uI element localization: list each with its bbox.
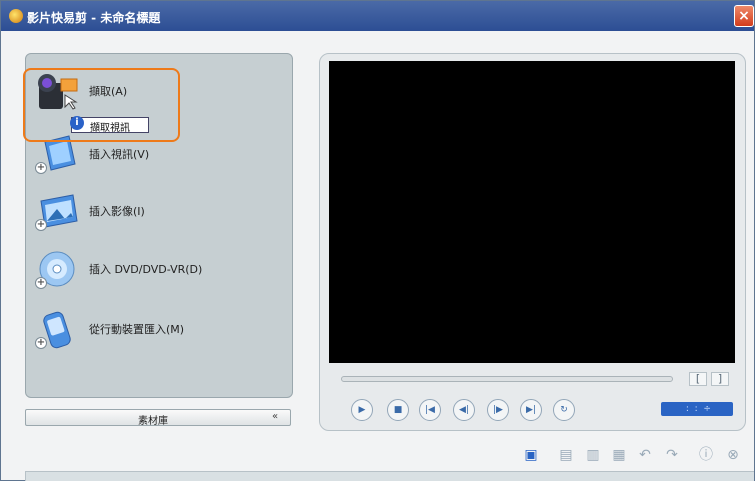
- split-clip-icon[interactable]: ▤: [556, 445, 576, 465]
- add-badge-icon: +: [35, 277, 47, 289]
- capture-tooltip: i 擷取視訊: [70, 116, 149, 134]
- close-button[interactable]: ×: [734, 5, 754, 27]
- window-title: 影片快易剪 - 未命名標題: [27, 11, 161, 25]
- library-toggle-bar[interactable]: 素材庫 «: [25, 409, 291, 427]
- mobile-device-icon: +: [35, 309, 75, 349]
- import-mobile-label: 從行動裝置匯入(M): [89, 323, 185, 336]
- timecode-display[interactable]: : : ÷: [661, 402, 733, 416]
- repeat-button[interactable]: ↻: [553, 399, 575, 421]
- info-icon[interactable]: ⓘ: [696, 445, 716, 465]
- previous-frame-button[interactable]: ◀|: [453, 399, 475, 421]
- play-button[interactable]: ▶: [351, 399, 373, 421]
- delete-clip-icon[interactable]: ▦: [609, 445, 629, 465]
- rotate-right-icon[interactable]: ↷: [662, 445, 682, 465]
- insert-video-label: 插入視訊(V): [89, 148, 150, 161]
- tooltip-text: 擷取視訊: [90, 123, 130, 134]
- mark-out-button[interactable]: ]: [711, 372, 729, 386]
- app-logo-icon: [9, 9, 23, 23]
- next-frame-button[interactable]: |▶: [487, 399, 509, 421]
- dvd-disc-icon: +: [35, 249, 75, 289]
- insert-image-label: 插入影像(I): [89, 205, 145, 218]
- title-bar[interactable]: 影片快易剪 - 未命名標題 ×: [1, 1, 754, 31]
- chevron-up-icon: «: [272, 411, 279, 422]
- export-settings-icon[interactable]: ▣: [521, 445, 541, 465]
- help-icon[interactable]: ⊗: [723, 445, 743, 465]
- add-badge-icon: +: [35, 219, 47, 231]
- stop-button[interactable]: ■: [387, 399, 409, 421]
- import-mobile-item[interactable]: + 從行動裝置匯入(M): [31, 309, 281, 353]
- insert-dvd-item[interactable]: + 插入 DVD/DVD-VR(D): [31, 249, 281, 293]
- rotate-left-icon[interactable]: ↶: [635, 445, 655, 465]
- info-icon: i: [70, 116, 84, 130]
- go-to-end-button[interactable]: ▶|: [520, 399, 542, 421]
- image-file-icon: +: [35, 191, 78, 231]
- go-to-start-button[interactable]: |◀: [419, 399, 441, 421]
- app-window: 影片快易剪 - 未命名標題 × 擷取(A) + 插入視訊(V) + 插入影像(I…: [0, 0, 755, 481]
- video-preview-screen: [329, 61, 735, 363]
- mark-in-button[interactable]: [: [689, 372, 707, 386]
- insert-image-item[interactable]: + 插入影像(I): [31, 191, 281, 235]
- clip-properties-icon[interactable]: ▥: [583, 445, 603, 465]
- add-badge-icon: +: [35, 337, 47, 349]
- add-badge-icon: +: [35, 162, 47, 174]
- insert-dvd-label: 插入 DVD/DVD-VR(D): [89, 263, 203, 276]
- playback-scrubber[interactable]: [341, 376, 673, 382]
- library-label: 素材庫: [138, 416, 168, 427]
- status-area: [25, 471, 754, 481]
